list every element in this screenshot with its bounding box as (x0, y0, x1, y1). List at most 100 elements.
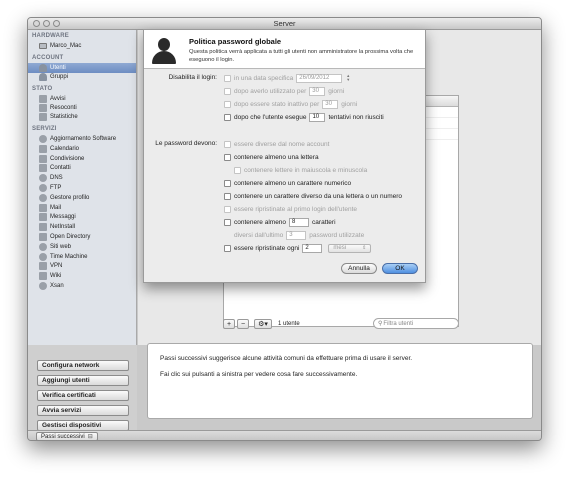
sidebar-item-calendar[interactable]: Calendario (39, 144, 136, 154)
dns-icon (39, 174, 47, 183)
sidebar-item-group[interactable]: Gruppi (39, 72, 136, 82)
next-steps-buttons: Configura network Aggiungi utenti Verifi… (28, 345, 137, 431)
reset-every-label: essere ripristinate ogni (234, 244, 300, 252)
password-rule-row: essere ripristinate al primo login dell'… (224, 204, 357, 214)
differ-last-row: diversi dall'ultimo 3 password utilizzat… (224, 230, 364, 240)
sidebar-item-messages[interactable]: Messaggi (39, 212, 136, 222)
sidebar-item-label: Marco_Mac (50, 43, 82, 49)
search-icon: ⚲ (378, 321, 383, 327)
software-update-icon (39, 135, 47, 143)
sidebar-item-label: Gestore profilo (50, 194, 90, 201)
sidebar-item-profile-manager[interactable]: Gestore profilo (39, 193, 136, 203)
chevron-down-icon: ⊟ (87, 434, 93, 440)
disable-login-label: in una data specifica (234, 74, 294, 82)
password-rule-row: contenere un carattere diverso da una le… (224, 191, 402, 201)
disable-login-row: dopo essere stato inattivo per 30 giorni (224, 99, 357, 109)
password-rule-label: contenere almeno una lettera (234, 153, 319, 161)
date-stepper-icon[interactable]: ▲ ▼ (346, 74, 352, 83)
reset-unit-select[interactable]: mesi ⇕ (328, 243, 372, 253)
differ-last-field[interactable]: 3 (286, 230, 307, 240)
messages-icon (39, 213, 47, 222)
reset-every-row: essere ripristinate ogni 2 mesi ⇕ (224, 243, 372, 253)
number-field[interactable]: 30 (309, 86, 326, 96)
disable-login-checkbox[interactable] (224, 113, 231, 121)
date-field[interactable]: 26/09/2012 (296, 73, 343, 83)
next-steps-toggle[interactable]: Passi successivi ⊟ (36, 432, 98, 440)
sidebar-item-dns[interactable]: DNS (39, 173, 136, 183)
sidebar-item-contacts[interactable]: Contatti (39, 163, 136, 173)
min-chars-checkbox[interactable] (224, 218, 231, 226)
reset-unit-value: mesi (333, 245, 347, 251)
sidebar-item-vpn[interactable]: VPN (39, 261, 136, 271)
xsan-icon (39, 282, 47, 290)
sidebar-item-label: NetInstall (50, 224, 76, 231)
sheet-description: Questa politica verrà applicata a tutti … (189, 49, 414, 63)
disable-login-checkbox[interactable] (224, 74, 231, 82)
time-machine-icon (39, 252, 47, 261)
min-chars-field[interactable]: 8 (289, 217, 310, 227)
reset-every-checkbox[interactable] (224, 244, 231, 252)
sidebar-item-mail[interactable]: Mail (39, 203, 136, 213)
sidebar-header: SERVIZI (32, 126, 57, 132)
disable-login-row: in una data specifica 26/09/2012 ▲ ▼ (224, 73, 352, 83)
sidebar-item-label: Statistiche (50, 114, 78, 120)
disable-login-label: Disabilita il login: (168, 74, 217, 81)
ok-button[interactable]: OK (382, 263, 418, 274)
password-rule-checkbox[interactable] (224, 192, 231, 200)
select-arrows-icon: ⇕ (362, 245, 367, 251)
password-rule-label: contenere almeno un carattere numerico (234, 179, 352, 187)
sidebar-item-open-directory[interactable]: Open Directory (39, 232, 136, 242)
sheet-title: Politica password globale (189, 37, 282, 46)
password-rule-row: contenere lettere in maiuscola e minusco… (234, 165, 367, 175)
user-count: 1 utente (278, 321, 300, 327)
sidebar-item-computer[interactable]: Marco_Mac (39, 41, 136, 51)
differ-last-label: diversi dall'ultimo (234, 231, 284, 239)
vpn-icon (39, 262, 47, 271)
sidebar-item-wiki[interactable]: Wiki (39, 271, 136, 281)
password-rule-checkbox[interactable] (234, 166, 241, 174)
password-rule-label: contenere un carattere diverso da una le… (234, 192, 403, 200)
min-chars-unit: caratteri (312, 218, 336, 226)
ftp-icon (39, 184, 47, 192)
disable-login-checkbox[interactable] (224, 100, 231, 108)
password-rule-checkbox[interactable] (224, 153, 231, 161)
sidebar-item-websites[interactable]: Siti web (39, 242, 136, 252)
mail-icon (39, 203, 47, 212)
sidebar-item-netinstall[interactable]: NetInstall (39, 222, 136, 232)
disable-login-label: dopo averlo utilizzato per (234, 87, 307, 95)
add-user-button[interactable]: + (223, 319, 235, 329)
reset-every-field[interactable]: 2 (302, 243, 323, 253)
window-title: Server (273, 19, 296, 28)
sidebar-item-software-update[interactable]: Aggiornamento Software (39, 134, 136, 144)
start-services-button[interactable]: Avvia servizi (37, 405, 129, 416)
sidebar-item-ftp[interactable]: FTP (39, 183, 136, 193)
configure-network-button[interactable]: Configura network (37, 360, 129, 371)
remove-user-button[interactable]: − (237, 319, 249, 329)
filter-users-input[interactable]: ⚲ Filtra utenti (373, 318, 459, 329)
sharing-icon (39, 154, 47, 163)
sidebar-item-label: DNS (50, 175, 63, 182)
add-users-button[interactable]: Aggiungi utenti (37, 375, 129, 386)
sidebar-item-label: Contatti (50, 165, 71, 172)
stats-icon (39, 113, 47, 121)
password-rule-checkbox[interactable] (224, 205, 231, 213)
review-certificates-button[interactable]: Verifica certificati (37, 390, 129, 401)
cancel-button[interactable]: Annulla (341, 263, 377, 274)
sidebar-item-stats[interactable]: Statistiche (39, 112, 136, 122)
sidebar-item-time-machine[interactable]: Time Machine (39, 252, 136, 262)
report-icon (39, 104, 47, 112)
number-field[interactable]: 30 (322, 99, 339, 109)
password-rule-checkbox[interactable] (224, 140, 231, 148)
gear-menu-button[interactable]: ⚙▾ (254, 319, 272, 329)
disable-login-checkbox[interactable] (224, 87, 231, 95)
calendar-icon (39, 144, 47, 153)
open-directory-icon (39, 233, 47, 241)
status-bar: Passi successivi ⊟ (28, 430, 541, 440)
sidebar-item-label: Utenti (50, 65, 66, 71)
sidebar-item-sharing[interactable]: Condivisione (39, 154, 136, 164)
number-field[interactable]: 10 (309, 112, 326, 122)
user-icon (39, 64, 47, 72)
sidebar-item-label: Calendario (50, 145, 80, 152)
sidebar-item-xsan[interactable]: Xsan (39, 281, 136, 291)
password-rule-checkbox[interactable] (224, 179, 231, 187)
